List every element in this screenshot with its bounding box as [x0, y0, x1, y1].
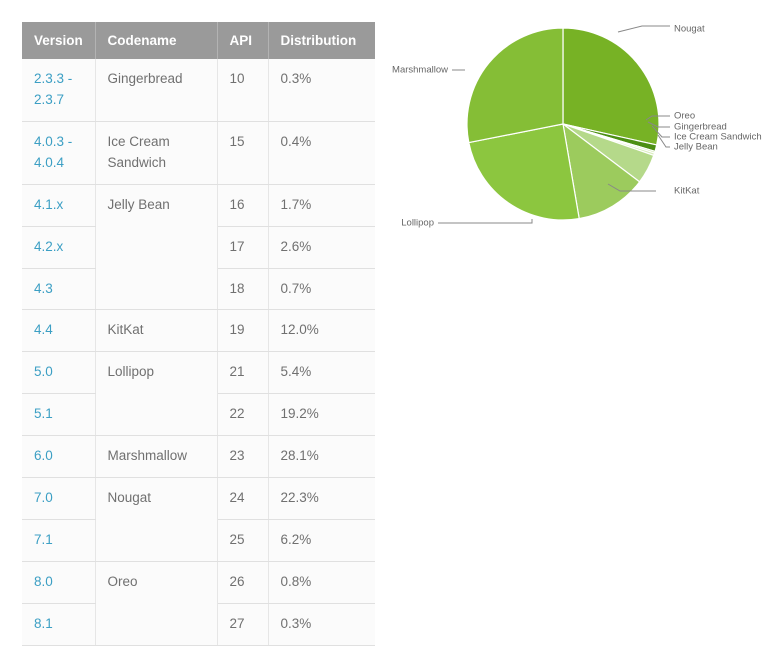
column-header-distribution: Distribution [268, 22, 375, 59]
cell-version[interactable]: 8.0 [22, 561, 96, 604]
table-row: 6.0 Marshmallow 23 28.1% [22, 435, 375, 479]
cell-version[interactable]: 7.0 [22, 477, 96, 521]
pie-chart: Nougat Marshmallow Lollipop KitKat Oreo … [380, 8, 774, 258]
cell-distribution: 0.3% [268, 603, 375, 646]
cell-version[interactable]: 7.1 [22, 519, 96, 562]
table-row: 2.3.3 - 2.3.7 Gingerbread 10 0.3% [22, 59, 375, 122]
leader-line-nougat [617, 25, 670, 33]
cell-api: 16 [217, 184, 269, 227]
cell-codename: Nougat [95, 477, 218, 562]
cell-distribution: 5.4% [268, 351, 375, 395]
pie-label-lollipop: Lollipop [401, 218, 434, 229]
table-row: 8.0 Oreo 26 0.8% [22, 561, 375, 646]
cell-api: 10 [217, 59, 269, 122]
cell-distribution: 0.3% [268, 59, 375, 122]
table-row: 4.0.3 - 4.0.4 Ice Cream Sandwich 15 0.4% [22, 121, 375, 185]
cell-api: 18 [217, 268, 269, 311]
column-header-api: API [217, 22, 269, 59]
cell-version[interactable]: 4.4 [22, 309, 96, 353]
cell-api: 26 [217, 561, 269, 604]
cell-distribution: 28.1% [268, 435, 375, 479]
cell-api: 19 [217, 309, 269, 353]
cell-distribution: 0.8% [268, 561, 375, 604]
cell-distribution: 0.7% [268, 268, 375, 311]
cell-api: 21 [217, 351, 269, 395]
cell-api: 25 [217, 519, 269, 562]
cell-api: 17 [217, 226, 269, 269]
cell-version[interactable]: 4.0.3 - 4.0.4 [22, 121, 96, 185]
cell-version[interactable]: 4.1.x [22, 184, 96, 227]
table-row: 7.0 Nougat 24 22.3% [22, 477, 375, 562]
pie-label-jelly-bean: Jelly Bean [674, 142, 718, 153]
table-row: 5.0 Lollipop 21 5.4% [22, 351, 375, 437]
cell-codename: Gingerbread [95, 59, 218, 122]
cell-distribution: 19.2% [268, 393, 375, 437]
pie-chart-svg: Nougat Marshmallow Lollipop KitKat Oreo … [392, 24, 762, 229]
cell-api: 15 [217, 121, 269, 185]
cell-api: 27 [217, 603, 269, 646]
pie-label-kitkat: KitKat [674, 186, 700, 197]
cell-distribution: 0.4% [268, 121, 375, 185]
table-body: 2.3.3 - 2.3.7 Gingerbread 10 0.3% 4.0.3 - 4.… [22, 59, 375, 646]
table-row: 4.4 KitKat 19 12.0% [22, 309, 375, 353]
cell-distribution: 12.0% [268, 309, 375, 353]
cell-version[interactable]: 5.1 [22, 393, 96, 437]
cell-version[interactable]: 5.0 [22, 351, 96, 395]
cell-api: 24 [217, 477, 269, 521]
leader-line-lollipop [438, 219, 533, 224]
cell-distribution: 2.6% [268, 226, 375, 269]
page-root: Version Codename API Distribution 2.3.3 … [0, 0, 774, 646]
column-header-codename: Codename [95, 22, 218, 59]
cell-distribution: 1.7% [268, 184, 375, 227]
cell-api: 22 [217, 393, 269, 437]
pie-label-nougat: Nougat [674, 24, 705, 35]
cell-api: 23 [217, 435, 269, 479]
cell-codename: Oreo [95, 561, 218, 646]
pie-slice-marshmallow[interactable] [466, 27, 564, 144]
cell-distribution: 6.2% [268, 519, 375, 562]
pie-label-marshmallow: Marshmallow [392, 65, 448, 76]
version-distribution-table: Version Codename API Distribution 2.3.3 … [22, 22, 375, 646]
cell-codename: Ice Cream Sandwich [95, 121, 218, 185]
cell-version[interactable]: 4.2.x [22, 226, 96, 269]
cell-codename: Jelly Bean [95, 184, 218, 311]
table-header: Version Codename API Distribution [22, 22, 375, 59]
cell-version[interactable]: 6.0 [22, 435, 96, 479]
pie-label-oreo: Oreo [674, 111, 695, 122]
column-header-version: Version [22, 22, 96, 59]
cell-version[interactable]: 8.1 [22, 603, 96, 646]
table-row: 4.1.x Jelly Bean 16 1.7% [22, 184, 375, 311]
cell-version[interactable]: 2.3.3 - 2.3.7 [22, 59, 96, 122]
cell-codename: KitKat [95, 309, 218, 353]
table-header-row: Version Codename API Distribution [22, 22, 375, 59]
cell-version[interactable]: 4.3 [22, 268, 96, 311]
cell-codename: Marshmallow [95, 435, 218, 479]
cell-distribution: 22.3% [268, 477, 375, 521]
cell-codename: Lollipop [95, 351, 218, 437]
